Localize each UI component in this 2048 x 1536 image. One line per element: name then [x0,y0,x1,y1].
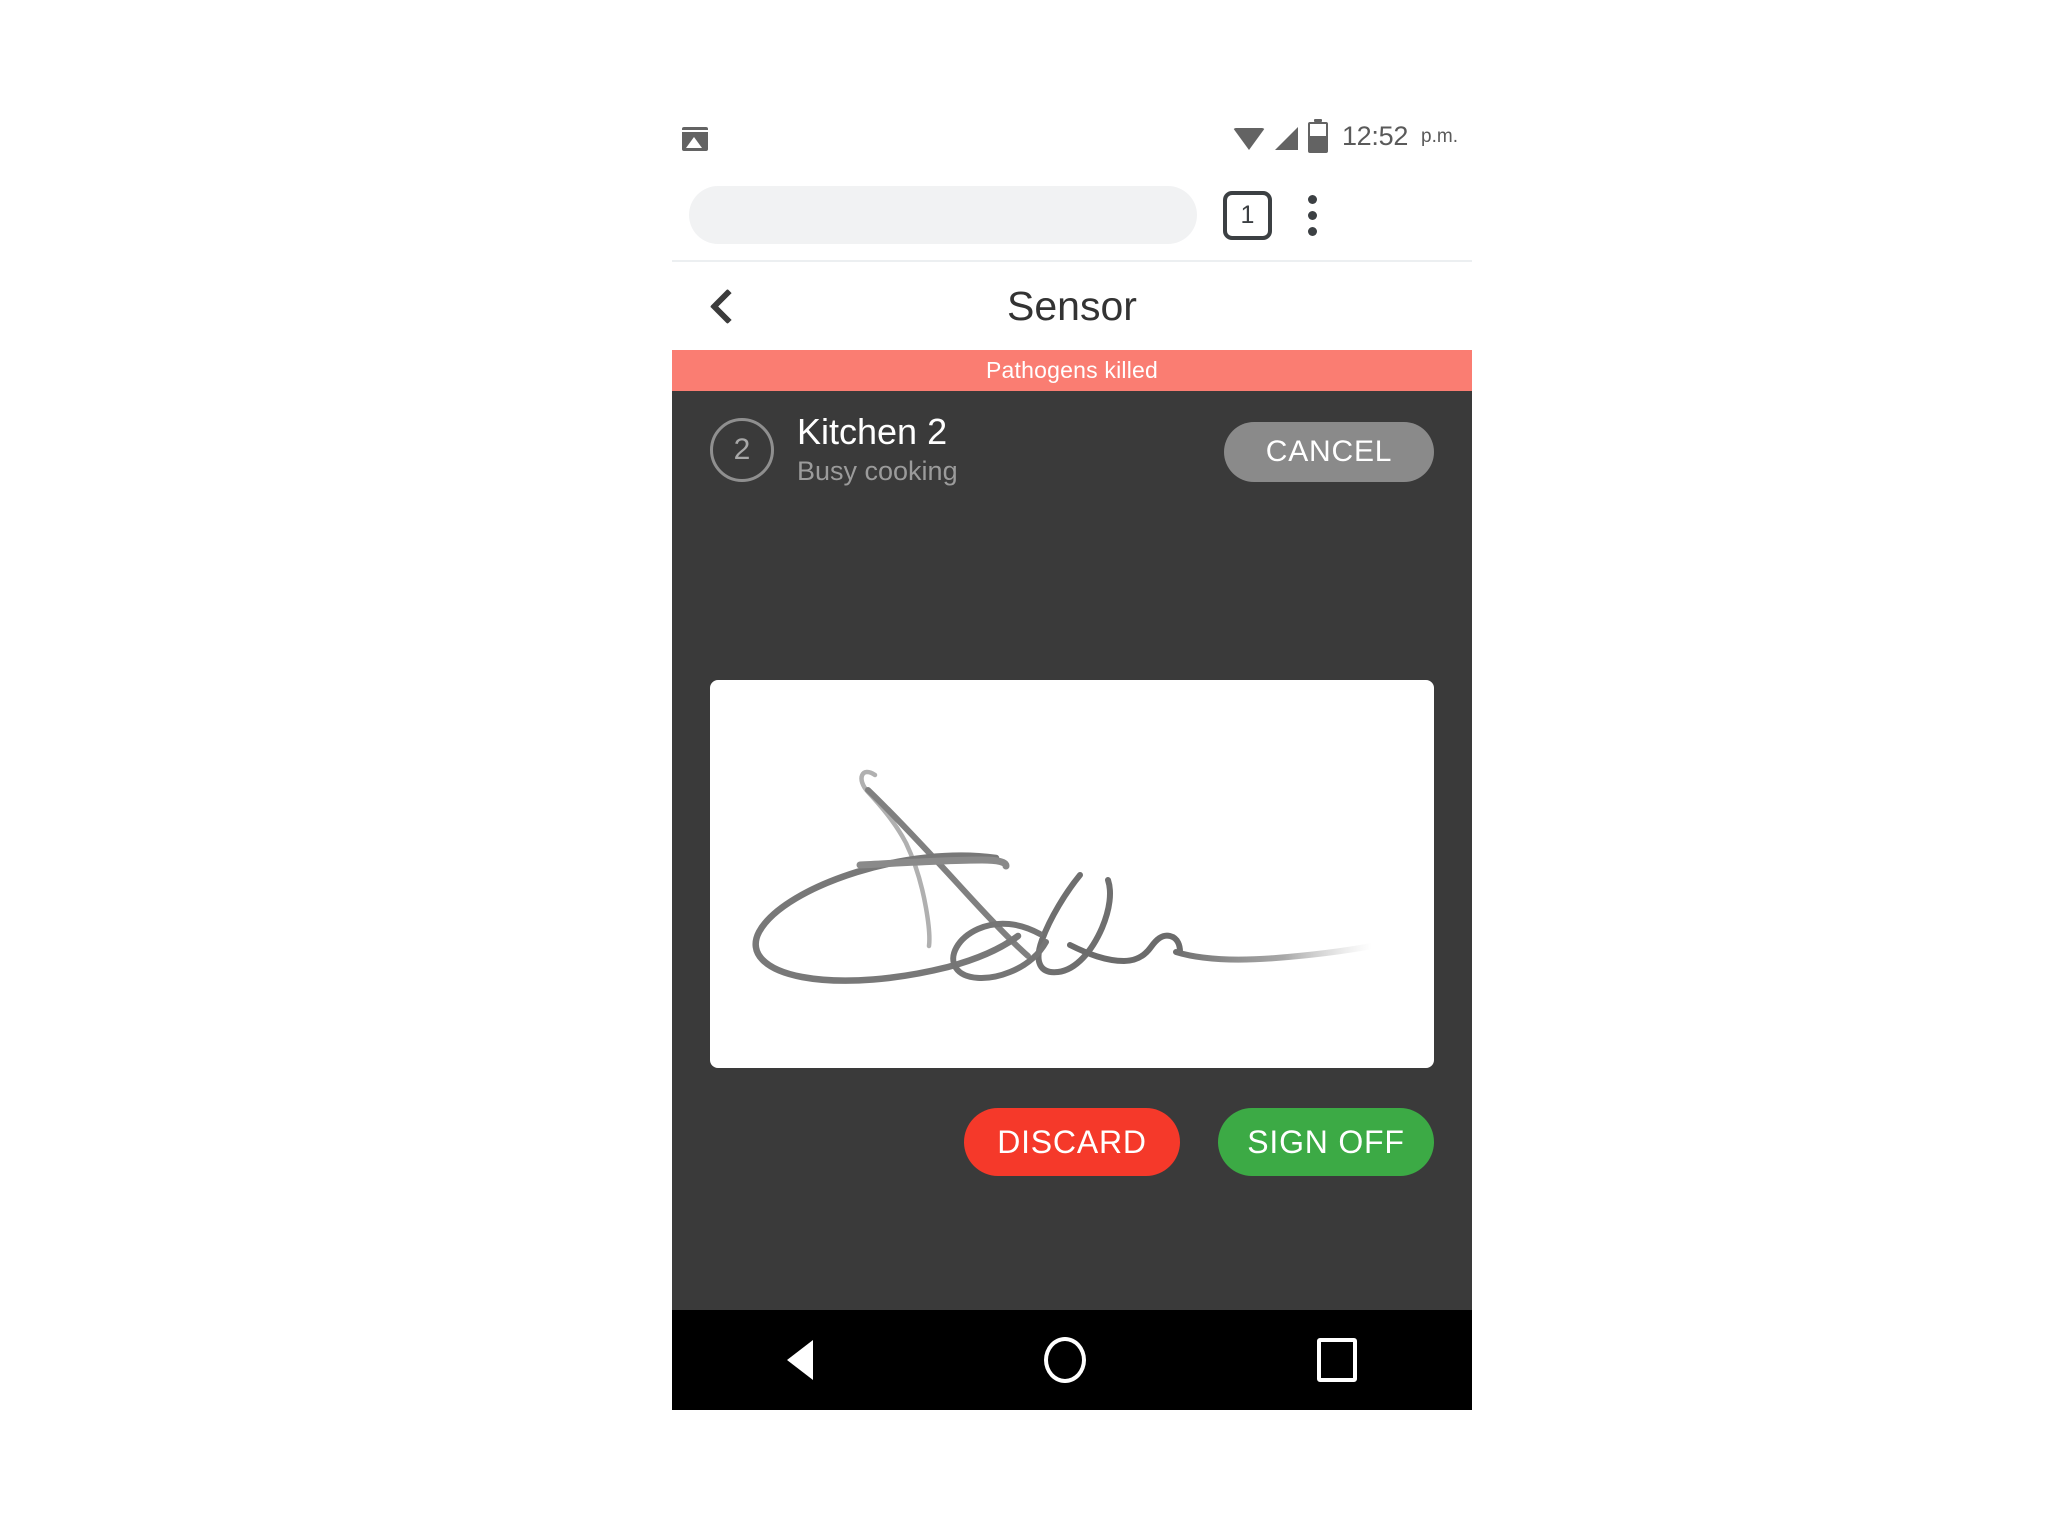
status-banner: Pathogens killed [672,350,1472,391]
status-bar-right-icons: 12:52 p.m. [1232,119,1458,153]
menu-dot [1307,210,1317,220]
room-header-row: 2 Kitchen 2 Busy cooking CANCEL [672,391,1472,509]
wifi-icon [1232,127,1265,150]
page-title: Sensor [1007,282,1137,329]
status-banner-label: Pathogens killed [986,357,1158,383]
room-text-group: Kitchen 2 Busy cooking [797,411,958,488]
menu-dot [1307,226,1317,236]
status-bar-left-icons [682,127,708,151]
cancel-button[interactable]: CANCEL [1224,422,1434,482]
screenshot-root: 12:52 p.m. 1 Sensor Pathogens killed 2 K… [0,0,2048,1536]
action-button-row: DISCARD SIGN OFF [672,1108,1472,1176]
cellular-signal-icon [1274,126,1298,150]
status-bar-ampm: p.m. [1421,125,1458,147]
room-status: Busy cooking [797,456,958,487]
room-name: Kitchen 2 [797,411,948,453]
status-bar: 12:52 p.m. [672,110,1472,170]
android-nav-bar [672,1310,1472,1410]
room-number-label: 2 [733,433,751,466]
room-number-badge: 2 [710,418,774,482]
discard-button[interactable]: DISCARD [964,1108,1180,1176]
more-vertical-icon[interactable] [1307,194,1317,236]
app-header: Sensor [672,260,1472,350]
nav-back-triangle-icon[interactable] [787,1340,814,1380]
menu-dot [1307,194,1317,204]
tab-count-button[interactable]: 1 [1223,190,1272,240]
sign-off-button[interactable]: SIGN OFF [1218,1108,1434,1176]
phone-viewport: 12:52 p.m. 1 Sensor Pathogens killed 2 K… [672,110,1472,1410]
photo-icon [682,127,708,151]
nav-home-circle-icon[interactable] [1043,1337,1086,1383]
browser-toolbar: 1 [672,170,1472,260]
status-bar-time: 12:52 [1341,121,1409,151]
signature-ink [752,769,1375,984]
app-content-panel: Pathogens killed 2 Kitchen 2 Busy cookin… [672,350,1472,1310]
battery-icon [1307,119,1328,153]
tab-count-label: 1 [1240,200,1255,229]
nav-recents-square-icon[interactable] [1316,1338,1357,1382]
signature-pad[interactable] [710,680,1434,1068]
url-input[interactable] [689,186,1197,244]
